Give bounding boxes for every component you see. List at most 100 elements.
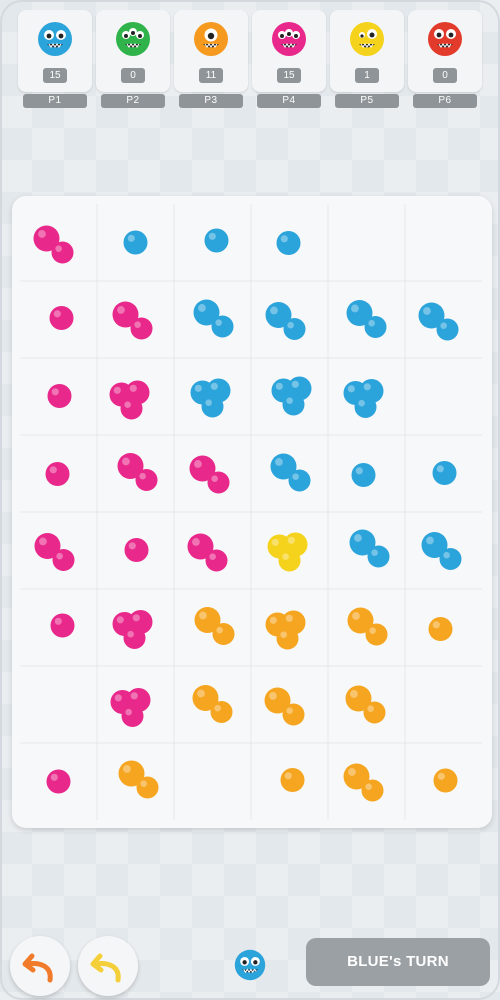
board-cell[interactable] (20, 666, 97, 743)
orange-orb (212, 623, 235, 645)
player-card-p4: 15 P4 (252, 10, 326, 108)
yellow-orb (278, 549, 301, 572)
orb-highlight (51, 388, 59, 396)
pink-orb (49, 306, 74, 330)
orb-highlight (285, 614, 293, 622)
orb-highlight (132, 614, 140, 622)
player-score: 11 (199, 68, 223, 83)
player-card-box: 1 (330, 10, 404, 92)
player-card-box: 0 (408, 10, 482, 92)
pink-orb (123, 627, 146, 649)
pink-orb (46, 769, 71, 794)
orange-orb (428, 617, 453, 641)
pink-orb (130, 317, 153, 340)
board-cell[interactable] (328, 204, 405, 281)
pink-orb (207, 471, 230, 494)
orb-highlight (352, 612, 360, 620)
orb-highlight (271, 538, 279, 546)
player-name: P1 (23, 94, 87, 108)
player-card-box: 0 (96, 10, 170, 92)
orb-highlight (215, 319, 222, 326)
pink-orb (135, 469, 158, 491)
blue-orb (436, 318, 459, 341)
player-score: 1 (355, 68, 379, 83)
orb-highlight (347, 385, 355, 393)
blue-orb (367, 545, 390, 568)
undo-button[interactable] (10, 936, 70, 996)
orb-highlight (139, 472, 146, 480)
blue-orb (211, 315, 234, 338)
orb-highlight (367, 705, 374, 712)
player-name: P6 (413, 94, 477, 108)
orb-highlight (432, 621, 440, 629)
game-board[interactable] (12, 196, 492, 828)
orb-highlight (292, 473, 299, 480)
orb-highlight (56, 552, 63, 560)
board-cell[interactable] (174, 743, 251, 820)
orb-highlight (194, 460, 202, 468)
orb-highlight (197, 689, 205, 698)
orange-orb (363, 701, 386, 724)
turn-indicator: BLUE's TURN (306, 938, 490, 986)
board-cell[interactable] (405, 666, 482, 743)
orb-highlight (50, 773, 58, 781)
player-card-box: 11 (174, 10, 248, 92)
blue-orb (123, 230, 148, 255)
blue-orb (204, 228, 229, 253)
blue-orb (283, 318, 306, 340)
orb-highlight (358, 399, 365, 407)
orb-highlight (437, 772, 445, 780)
orb-highlight (194, 384, 202, 392)
orb-highlight (440, 322, 447, 329)
orb-highlight (348, 768, 356, 776)
orb-highlight (128, 542, 136, 550)
board-cell[interactable] (405, 358, 482, 435)
orb-highlight (350, 690, 358, 698)
pink-orb (47, 384, 72, 408)
orb-highlight (127, 234, 135, 242)
player-card-p5: 1 P5 (330, 10, 404, 108)
orb-highlight (114, 694, 122, 702)
player-card-p6: 0 P6 (408, 10, 482, 108)
player-card-p1: 15 P1 (18, 10, 92, 108)
player-score: 15 (43, 68, 67, 83)
orb-highlight (269, 616, 277, 624)
orb-highlight (116, 616, 124, 624)
player-bar: 15 P1 0 P2 11 P3 15 P4 1 P5 0 P6 (18, 10, 484, 110)
orb-highlight (53, 310, 61, 318)
player-name: P4 (257, 94, 321, 108)
board-cell[interactable] (405, 204, 482, 281)
blue-monster-icon (36, 20, 74, 58)
player-card-box: 15 (252, 10, 326, 92)
pink-orb (121, 705, 144, 727)
orb-highlight (365, 783, 372, 790)
orange-monster-icon (192, 20, 230, 58)
current-player-avatar (233, 948, 267, 982)
redo-button[interactable] (78, 936, 138, 996)
player-score: 0 (433, 68, 457, 83)
orange-orb (365, 623, 388, 646)
orange-orb (276, 627, 299, 650)
orange-orb (433, 768, 458, 793)
orb-highlight (38, 230, 46, 238)
orb-highlight (291, 380, 299, 388)
blue-orb (432, 461, 457, 485)
orb-highlight (275, 382, 283, 390)
orange-orb (210, 701, 233, 723)
blue-orb (288, 469, 311, 492)
orange-orb (280, 768, 305, 792)
player-score: 0 (121, 68, 145, 83)
pink-orb (51, 241, 74, 264)
orb-highlight (284, 772, 292, 780)
orb-highlight (122, 457, 130, 466)
orb-highlight (39, 537, 47, 546)
undo-arrow-icon (22, 953, 53, 983)
board-canvas[interactable] (12, 196, 492, 828)
orb-highlight (198, 304, 206, 312)
orb-highlight (368, 319, 375, 327)
orb-highlight (123, 765, 131, 773)
blue-orb (351, 463, 376, 487)
orb-highlight (192, 538, 200, 546)
orb-highlight (55, 245, 62, 252)
orb-highlight (208, 232, 216, 240)
